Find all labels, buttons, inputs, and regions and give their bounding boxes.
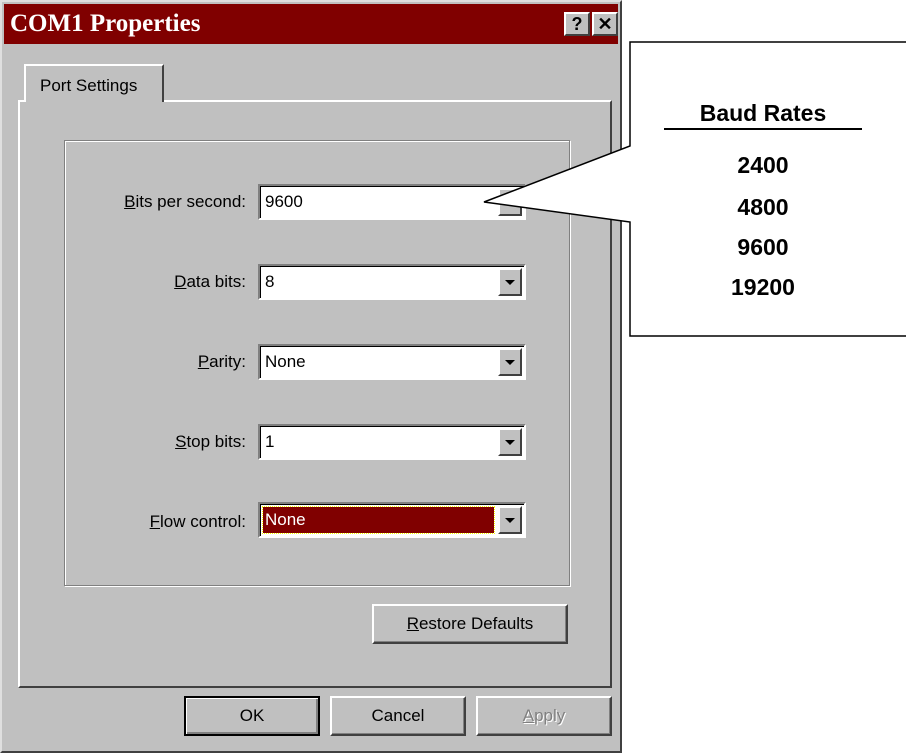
baud-rates-title: Baud Rates — [699, 100, 827, 126]
tab-port-settings[interactable]: Port Settings — [24, 64, 164, 102]
baud-rate-item: 2400 — [737, 152, 789, 178]
tab-label: Port Settings — [40, 76, 138, 95]
baud-rate-item: 19200 — [731, 274, 795, 300]
baud-rates-divider — [664, 128, 862, 130]
baud-rate-item: 4800 — [737, 194, 789, 220]
baud-rate-item: 9600 — [737, 234, 789, 260]
